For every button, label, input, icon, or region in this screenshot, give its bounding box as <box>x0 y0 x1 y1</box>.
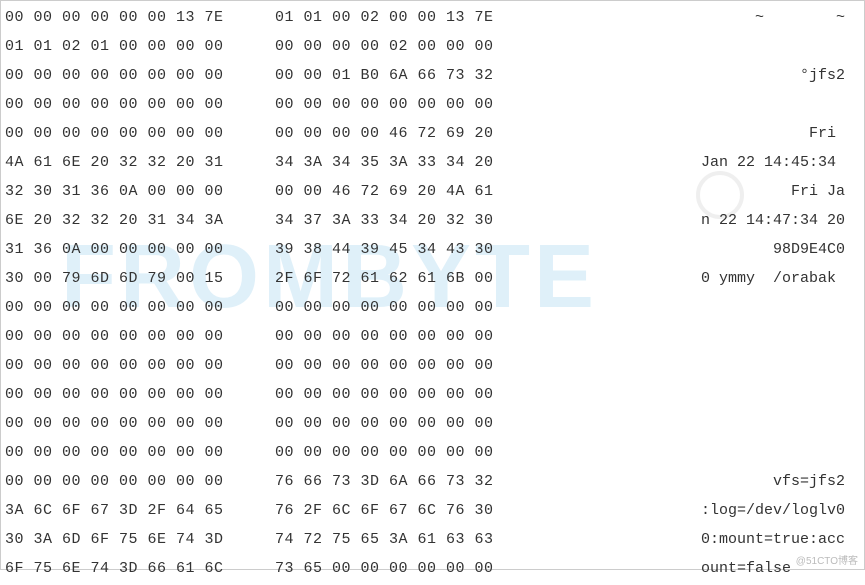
hex-left-row: 00 00 00 00 00 00 00 00 <box>5 119 255 148</box>
ascii-row <box>545 438 845 467</box>
hex-column-left: 00 00 00 00 00 00 13 7E01 01 02 01 00 00… <box>5 3 255 583</box>
hex-left-row: 6E 20 32 32 20 31 34 3A <box>5 206 255 235</box>
hex-column-right: 01 01 00 02 00 00 13 7E00 00 00 00 02 00… <box>275 3 525 583</box>
ascii-row: Jan 22 14:45:34 <box>545 148 845 177</box>
hex-right-row: 34 3A 34 35 3A 33 34 20 <box>275 148 525 177</box>
hex-left-row: 00 00 00 00 00 00 00 00 <box>5 351 255 380</box>
hex-left-row: 00 00 00 00 00 00 00 00 <box>5 293 255 322</box>
hex-left-row: 00 00 00 00 00 00 13 7E <box>5 3 255 32</box>
hex-right-row: 73 65 00 00 00 00 00 00 <box>275 554 525 583</box>
hex-right-row: 00 00 00 00 00 00 00 00 <box>275 293 525 322</box>
ascii-row: n 22 14:47:34 20 <box>545 206 845 235</box>
hex-left-row: 00 00 00 00 00 00 00 00 <box>5 61 255 90</box>
hex-right-row: 00 00 00 00 00 00 00 00 <box>275 409 525 438</box>
hex-right-row: 00 00 00 00 00 00 00 00 <box>275 380 525 409</box>
ascii-row <box>545 351 845 380</box>
ascii-row: 0 ymmy /orabak <box>545 264 845 293</box>
ascii-row <box>545 32 845 61</box>
hex-left-row: 3A 6C 6F 67 3D 2F 64 65 <box>5 496 255 525</box>
hex-right-row: 76 66 73 3D 6A 66 73 32 <box>275 467 525 496</box>
hex-right-row: 00 00 46 72 69 20 4A 61 <box>275 177 525 206</box>
hex-right-row: 74 72 75 65 3A 61 63 63 <box>275 525 525 554</box>
hex-left-row: 00 00 00 00 00 00 00 00 <box>5 380 255 409</box>
hex-right-row: 00 00 01 B0 6A 66 73 32 <box>275 61 525 90</box>
hex-left-row: 00 00 00 00 00 00 00 00 <box>5 467 255 496</box>
hex-viewer: 00 00 00 00 00 00 13 7E01 01 02 01 00 00… <box>1 1 864 585</box>
hex-right-row: 00 00 00 00 46 72 69 20 <box>275 119 525 148</box>
ascii-row: vfs=jfs2 <box>545 467 845 496</box>
ascii-row <box>545 409 845 438</box>
ascii-row <box>545 322 845 351</box>
hex-left-row: 00 00 00 00 00 00 00 00 <box>5 438 255 467</box>
hex-left-row: 32 30 31 36 0A 00 00 00 <box>5 177 255 206</box>
hex-left-row: 6F 75 6E 74 3D 66 61 6C <box>5 554 255 583</box>
hex-left-row: 4A 61 6E 20 32 32 20 31 <box>5 148 255 177</box>
hex-right-row: 39 38 44 39 45 34 43 30 <box>275 235 525 264</box>
hex-left-row: 30 00 79 6D 6D 79 00 15 <box>5 264 255 293</box>
ascii-row: :log=/dev/loglv0 <box>545 496 845 525</box>
hex-right-row: 00 00 00 00 00 00 00 00 <box>275 322 525 351</box>
ascii-row <box>545 293 845 322</box>
hex-left-row: 30 3A 6D 6F 75 6E 74 3D <box>5 525 255 554</box>
ascii-row <box>545 380 845 409</box>
hex-left-row: 31 36 0A 00 00 00 00 00 <box>5 235 255 264</box>
hex-left-row: 00 00 00 00 00 00 00 00 <box>5 322 255 351</box>
ascii-row: ~ ~ <box>545 3 845 32</box>
ascii-row <box>545 90 845 119</box>
hex-right-row: 01 01 00 02 00 00 13 7E <box>275 3 525 32</box>
hex-right-row: 2F 6F 72 61 62 61 6B 00 <box>275 264 525 293</box>
hex-right-row: 34 37 3A 33 34 20 32 30 <box>275 206 525 235</box>
hex-left-row: 00 00 00 00 00 00 00 00 <box>5 90 255 119</box>
ascii-row: Fri <box>545 119 845 148</box>
hex-right-row: 00 00 00 00 00 00 00 00 <box>275 90 525 119</box>
ascii-row: °jfs2 <box>545 61 845 90</box>
hex-left-row: 00 00 00 00 00 00 00 00 <box>5 409 255 438</box>
ascii-row: 0:mount=true:acc <box>545 525 845 554</box>
ascii-column: ~ ~ °jfs2 Fri Jan 22 14:45:34 Fri Jan 22… <box>545 3 845 583</box>
hex-right-row: 00 00 00 00 00 00 00 00 <box>275 438 525 467</box>
ascii-row: 98D9E4C0 <box>545 235 845 264</box>
hex-right-row: 76 2F 6C 6F 67 6C 76 30 <box>275 496 525 525</box>
hex-right-row: 00 00 00 00 00 00 00 00 <box>275 351 525 380</box>
hex-right-row: 00 00 00 00 02 00 00 00 <box>275 32 525 61</box>
footer-attribution: @51CTO博客 <box>796 552 858 567</box>
hex-left-row: 01 01 02 01 00 00 00 00 <box>5 32 255 61</box>
ascii-row: Fri Ja <box>545 177 845 206</box>
